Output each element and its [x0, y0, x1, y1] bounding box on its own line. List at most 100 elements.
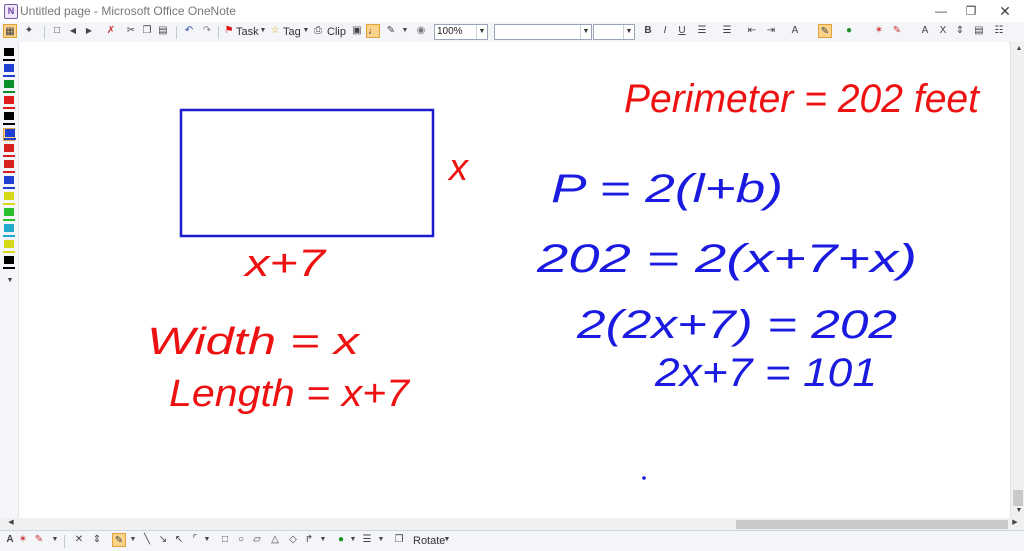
zoom-select[interactable]: 100% ▼: [434, 24, 488, 40]
audio-icon[interactable]: ♩: [366, 24, 380, 38]
pen-swatch[interactable]: [3, 64, 15, 77]
scroll-left-icon[interactable]: ◀: [4, 516, 18, 530]
ink-dot: [642, 476, 646, 480]
clip-button[interactable]: Clip: [327, 24, 346, 40]
main-toolbar: ▦ ✦ □ ◀ ▶ ✗ ✂ ❐ ▤ ↶ ↷ ⚑ Task ▼ ☆ Tag ▼ ⎙…: [0, 22, 1024, 43]
ellipse-shape-icon[interactable]: ○: [234, 533, 248, 547]
copy-icon[interactable]: ❐: [140, 24, 154, 38]
bottom-label: x+7: [242, 243, 327, 285]
eraser-icon[interactable]: ✎: [890, 24, 904, 38]
font-select[interactable]: ▼: [494, 24, 592, 40]
chevron-down-icon[interactable]: ▼: [200, 533, 214, 547]
pin-icon[interactable]: ✦: [22, 24, 36, 38]
ink-layer: Perimeter = 202 feet x x+7 Width = x Len…: [147, 77, 981, 480]
lasso-icon[interactable]: ✶: [872, 24, 886, 38]
chevron-down-icon[interactable]: ▼: [316, 533, 330, 547]
font-size-select[interactable]: ▼: [593, 24, 635, 40]
pen-mode-icon[interactable]: ✎: [384, 24, 398, 38]
chevron-down-icon: ▼: [476, 25, 487, 39]
width-line: Width = x: [147, 321, 362, 363]
chevron-down-icon[interactable]: ▼: [48, 533, 62, 547]
bold-icon[interactable]: B: [641, 24, 655, 38]
double-arrow-icon[interactable]: ↖: [172, 533, 186, 547]
view-icon[interactable]: ▣: [350, 24, 364, 38]
notebook-icon[interactable]: ▤: [972, 24, 986, 38]
rectangle-shape-icon[interactable]: □: [218, 533, 232, 547]
numbering-icon[interactable]: ☰: [720, 24, 734, 38]
equation-divided: 2x+7 = 101: [654, 351, 877, 395]
back-icon[interactable]: ◀: [66, 24, 80, 38]
redo-icon[interactable]: ↷: [200, 24, 214, 38]
lasso-icon[interactable]: ✶: [16, 533, 30, 547]
delete-ink-icon[interactable]: ✕: [72, 533, 86, 547]
connector-icon[interactable]: ↱: [302, 533, 316, 547]
drawing-toolbar: A ✶ ✎ ▼ ✕ ⇕ ✎ ▼ ╲ ↘ ↖ ⌜ ▼ □ ○ ▱ △ ◇ ↱ ▼ …: [0, 530, 1024, 551]
cut-icon[interactable]: ✂: [124, 24, 138, 38]
scroll-up-icon[interactable]: ▲: [1012, 42, 1024, 56]
delete-icon[interactable]: ✗: [104, 24, 118, 38]
pen-swatch[interactable]: [3, 80, 15, 93]
pen-swatch[interactable]: [3, 112, 15, 125]
tag-star-icon[interactable]: ☆: [268, 24, 282, 38]
clear-format-icon[interactable]: X: [936, 24, 950, 38]
highlighter-color-icon[interactable]: ●: [842, 24, 856, 38]
onenote-app-icon: N: [4, 4, 18, 19]
underline-icon[interactable]: U: [675, 24, 689, 38]
line-weight-icon[interactable]: ☰: [360, 533, 374, 547]
insert-space-icon[interactable]: A: [918, 24, 932, 38]
indent-icon[interactable]: ⇥: [764, 24, 778, 38]
vertical-scrollbar[interactable]: ▲ ▼: [1010, 42, 1024, 520]
rotate-icon[interactable]: ❐: [392, 533, 406, 547]
parallelogram-shape-icon[interactable]: ▱: [250, 533, 264, 547]
pen-swatch[interactable]: [3, 176, 15, 189]
insert-space-icon[interactable]: A: [3, 533, 17, 547]
eraser-icon[interactable]: ✎: [32, 533, 46, 547]
pen-color-icon[interactable]: ✎: [818, 24, 832, 38]
chevron-down-icon[interactable]: ▼: [440, 533, 454, 547]
chevron-down-icon[interactable]: ▼: [398, 24, 412, 38]
title-bar: N Untitled page - Microsoft Office OneNo…: [0, 0, 1024, 23]
task-flag-icon[interactable]: ⚑: [222, 24, 236, 38]
pen-swatch[interactable]: [3, 144, 15, 157]
paste-icon[interactable]: ▤: [156, 24, 170, 38]
outdent-icon[interactable]: ⇤: [745, 24, 759, 38]
window-title: Untitled page - Microsoft Office OneNote: [20, 4, 236, 18]
chevron-down-icon[interactable]: ▼: [346, 533, 360, 547]
pen-swatch[interactable]: [3, 224, 15, 237]
horizontal-scrollbar[interactable]: ◀ ▶: [0, 518, 1024, 530]
chevron-down-icon[interactable]: ▼: [126, 533, 140, 547]
chevron-down-icon[interactable]: ▼: [3, 274, 17, 288]
line-spacing-icon[interactable]: ⇕: [953, 24, 967, 38]
help-icon[interactable]: ◉: [414, 24, 428, 38]
diamond-shape-icon[interactable]: ◇: [286, 533, 300, 547]
options-icon[interactable]: ☷: [992, 24, 1006, 38]
chevron-down-icon[interactable]: ▼: [374, 533, 388, 547]
minimize-icon[interactable]: —: [926, 2, 956, 20]
undo-icon[interactable]: ↶: [182, 24, 196, 38]
pen-swatch[interactable]: [3, 96, 15, 109]
pen-swatch[interactable]: [3, 160, 15, 173]
restore-icon[interactable]: ❐: [956, 2, 986, 20]
scroll-right-icon[interactable]: ▶: [1008, 516, 1022, 530]
forward-icon[interactable]: ▶: [82, 24, 96, 38]
new-page-icon[interactable]: □: [50, 24, 64, 38]
pen-swatch[interactable]: [3, 208, 15, 221]
line-icon[interactable]: ╲: [140, 533, 154, 547]
triangle-shape-icon[interactable]: △: [268, 533, 282, 547]
clip-icon[interactable]: ⎙: [311, 24, 325, 38]
horizontal-scroll-thumb[interactable]: [736, 520, 1008, 529]
select-tool-icon[interactable]: ▦: [3, 24, 17, 38]
pen-tool-icon[interactable]: ✎: [112, 533, 126, 547]
note-canvas[interactable]: Perimeter = 202 feet x x+7 Width = x Len…: [19, 42, 1009, 520]
pen-swatch[interactable]: [3, 192, 15, 205]
pen-swatch[interactable]: [3, 256, 15, 269]
styles-icon[interactable]: A: [788, 24, 802, 38]
pen-swatch[interactable]: [3, 240, 15, 253]
bullets-icon[interactable]: ☰: [695, 24, 709, 38]
pen-swatch-selected[interactable]: [3, 128, 16, 141]
italic-icon[interactable]: I: [658, 24, 672, 38]
close-icon[interactable]: ✕: [990, 2, 1020, 20]
pen-swatch[interactable]: [3, 48, 15, 61]
arrow-line-icon[interactable]: ↘: [156, 533, 170, 547]
insert-space-vertical-icon[interactable]: ⇕: [90, 533, 104, 547]
